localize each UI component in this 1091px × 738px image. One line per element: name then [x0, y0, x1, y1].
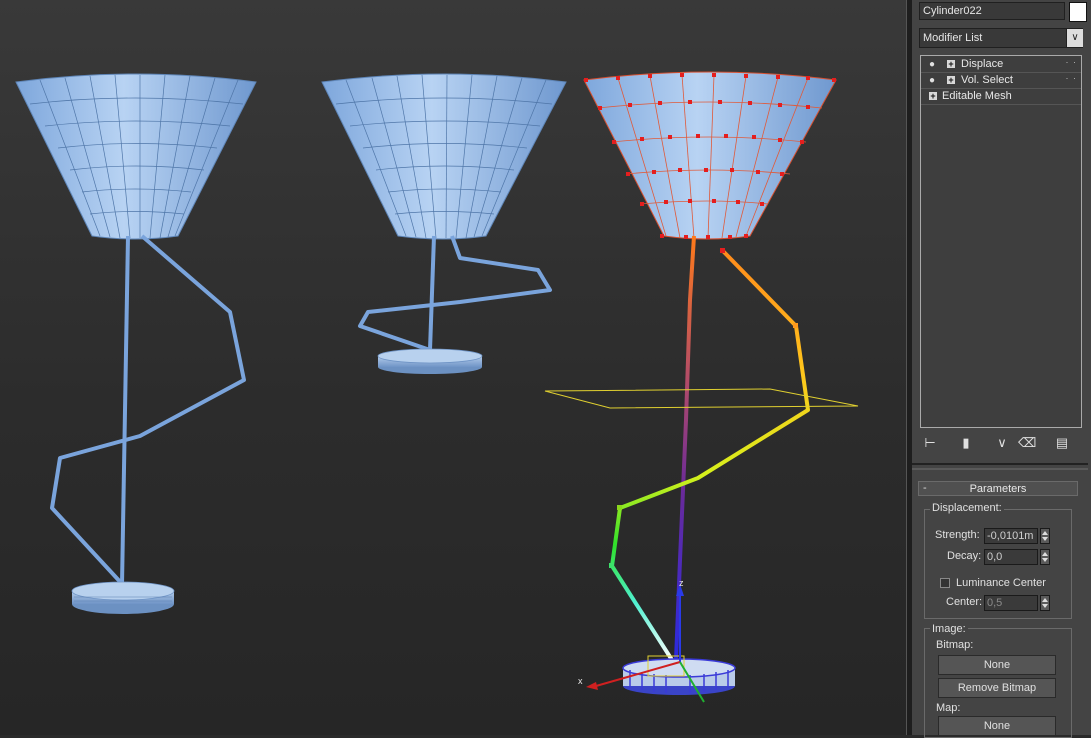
drag-handle-icon: · ·: [1065, 57, 1077, 67]
make-unique-icon[interactable]: ∨: [994, 435, 1010, 451]
object-name-field[interactable]: Cylinder022: [919, 2, 1065, 20]
modifier-list-label: Modifier List: [923, 32, 983, 44]
gizmo-z-label: z: [679, 578, 684, 588]
decay-spinner[interactable]: [1040, 549, 1050, 565]
gizmo-x-label: x: [578, 676, 583, 686]
viewport-scene: z x: [15, 71, 859, 703]
expand-plus-icon[interactable]: +: [947, 60, 955, 69]
bitmap-label: Bitmap:: [936, 639, 974, 651]
lamp-model-3-selected[interactable]: z x: [544, 71, 859, 703]
stack-item-displace[interactable]: ● + Displace · ·: [921, 57, 1081, 73]
decay-label: Decay:: [947, 550, 982, 562]
lightbulb-icon[interactable]: ●: [929, 75, 935, 86]
panel-divider: [912, 463, 1088, 465]
remove-bitmap-button[interactable]: Remove Bitmap: [938, 678, 1056, 698]
stack-item-label: Vol. Select: [961, 74, 1013, 86]
stack-item-label: Displace: [961, 58, 1004, 70]
center-input[interactable]: 0,5: [984, 595, 1038, 611]
expand-plus-icon[interactable]: +: [947, 76, 955, 85]
stack-item-editable-mesh[interactable]: + Editable Mesh: [921, 89, 1081, 105]
strength-input[interactable]: -0,0101m: [984, 528, 1038, 544]
strength-spinner[interactable]: [1040, 528, 1050, 544]
configure-modifier-sets-icon[interactable]: ▤: [1054, 435, 1070, 451]
object-color-swatch[interactable]: [1069, 2, 1087, 22]
show-end-result-icon[interactable]: ▮: [958, 435, 974, 451]
expand-plus-icon[interactable]: +: [929, 92, 937, 101]
bitmap-none-button[interactable]: None: [938, 655, 1056, 675]
lamp-model-1[interactable]: [15, 73, 257, 614]
lightbulb-icon[interactable]: ●: [929, 59, 935, 70]
stack-item-vol-select[interactable]: ● + Vol. Select · ·: [921, 73, 1081, 89]
displacement-group-label: Displacement:: [930, 502, 1004, 514]
luminance-center-checkbox[interactable]: [940, 578, 950, 588]
drag-handle-icon: · ·: [1065, 73, 1077, 83]
decay-input[interactable]: 0,0: [984, 549, 1038, 565]
lamp-model-2[interactable]: [321, 73, 567, 374]
perspective-viewport[interactable]: z x: [0, 0, 906, 735]
remove-modifier-icon[interactable]: ⌫: [1018, 435, 1036, 451]
strength-label: Strength:: [935, 529, 980, 541]
rollout-title: Parameters: [969, 483, 1027, 495]
panel-divider: [912, 468, 1088, 470]
chevron-down-icon[interactable]: ∨: [1066, 29, 1083, 47]
center-spinner[interactable]: [1040, 595, 1050, 611]
parameters-rollout-header[interactable]: - Parameters: [918, 481, 1078, 496]
image-group-label: Image:: [930, 623, 968, 635]
modifier-stack-list[interactable]: ● + Displace · · ● + Vol. Select · · + E…: [920, 55, 1082, 428]
pin-stack-icon[interactable]: ⊢: [922, 435, 938, 451]
center-label: Center:: [946, 596, 983, 608]
map-label: Map:: [936, 702, 961, 714]
modifier-list-dropdown[interactable]: Modifier List: [919, 28, 1083, 48]
map-none-button[interactable]: None: [938, 716, 1056, 736]
luminance-center-label: Luminance Center: [956, 577, 1046, 589]
stack-item-label: Editable Mesh: [942, 90, 1012, 102]
